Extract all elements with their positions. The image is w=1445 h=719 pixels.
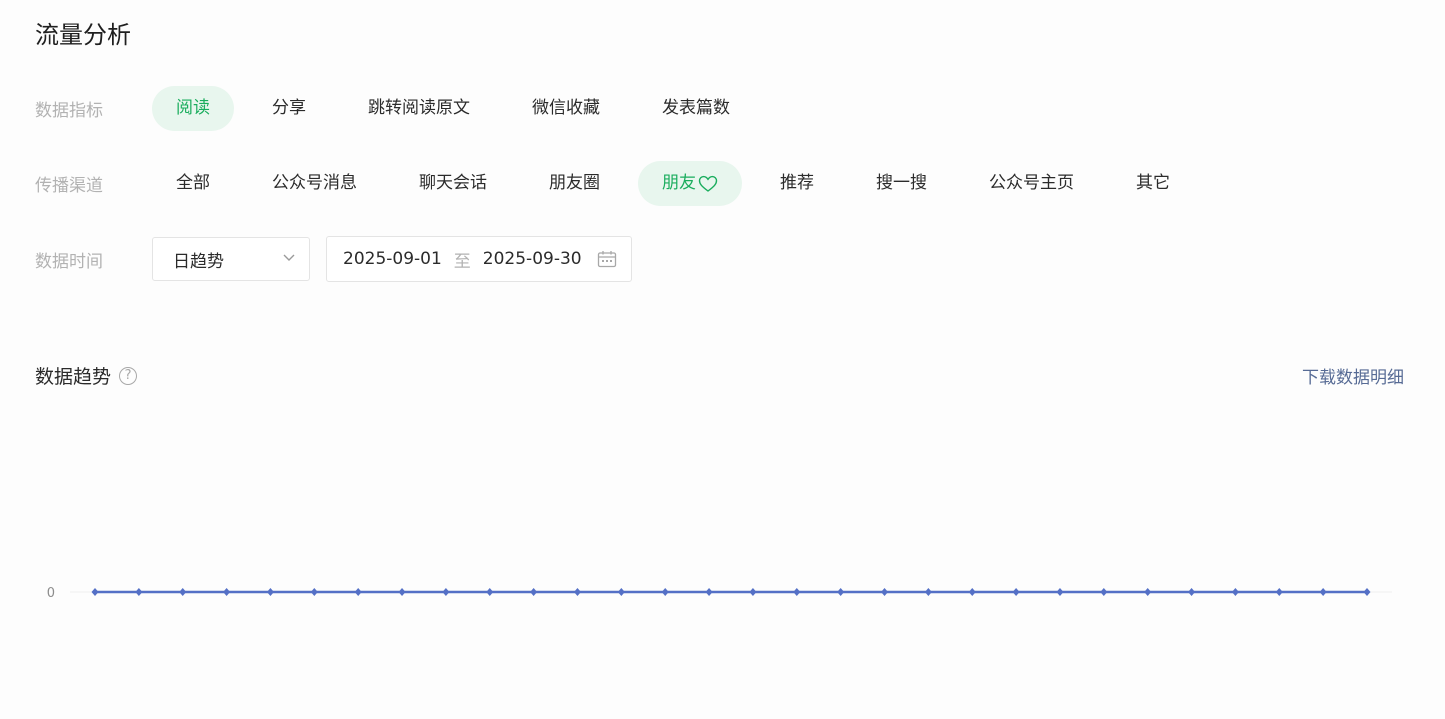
data-point[interactable] bbox=[968, 588, 976, 596]
data-point[interactable] bbox=[398, 588, 406, 596]
data-point[interactable] bbox=[486, 588, 494, 596]
y-tick-label: 0 bbox=[47, 586, 55, 601]
data-point[interactable] bbox=[881, 588, 889, 596]
channel-tab-3[interactable]: 朋友圈 bbox=[525, 161, 624, 206]
channel-tab-label: 其它 bbox=[1136, 173, 1170, 193]
data-point[interactable] bbox=[1275, 588, 1283, 596]
channel-tab-4[interactable]: 朋友 bbox=[638, 161, 742, 206]
channel-tab-5[interactable]: 推荐 bbox=[756, 161, 838, 206]
download-details-link[interactable]: 下载数据明细 bbox=[1302, 363, 1404, 388]
data-point[interactable] bbox=[1319, 588, 1327, 596]
data-point[interactable] bbox=[924, 588, 932, 596]
data-point[interactable] bbox=[661, 588, 669, 596]
channels-row: 传播渠道 全部 公众号消息 聊天会话 朋友圈 朋友 推荐 搜一搜 公众号主页 其它 bbox=[35, 161, 1194, 206]
metric-tab-label: 微信收藏 bbox=[532, 98, 600, 118]
data-point[interactable] bbox=[179, 588, 187, 596]
data-point[interactable] bbox=[135, 588, 143, 596]
data-point[interactable] bbox=[354, 588, 362, 596]
metric-tab-3[interactable]: 微信收藏 bbox=[508, 86, 624, 131]
trend-title: 数据趋势 bbox=[35, 366, 112, 388]
channel-tab-label: 全部 bbox=[176, 173, 210, 193]
channel-tab-label: 朋友 bbox=[662, 173, 696, 193]
trend-section-title: 数据趋势 ? bbox=[35, 362, 138, 389]
end-date[interactable]: 2025-09-30 bbox=[483, 249, 582, 269]
channel-tab-7[interactable]: 公众号主页 bbox=[965, 161, 1098, 206]
trend-line-chart: 0 bbox=[47, 586, 1392, 601]
help-icon[interactable]: ? bbox=[119, 366, 138, 385]
data-point[interactable] bbox=[223, 588, 231, 596]
data-point[interactable] bbox=[1188, 588, 1196, 596]
data-point[interactable] bbox=[530, 588, 538, 596]
data-point[interactable] bbox=[705, 588, 713, 596]
channel-tab-label: 朋友圈 bbox=[549, 173, 600, 193]
time-row: 数据时间 日趋势 2025-09-01 至 2025-09-30 bbox=[35, 236, 632, 282]
metric-tab-1[interactable]: 分享 bbox=[248, 86, 330, 131]
channel-tab-label: 推荐 bbox=[780, 173, 814, 193]
data-point[interactable] bbox=[1012, 588, 1020, 596]
channel-tab-1[interactable]: 公众号消息 bbox=[248, 161, 381, 206]
data-point[interactable] bbox=[91, 588, 99, 596]
data-point[interactable] bbox=[1231, 588, 1239, 596]
date-separator: 至 bbox=[453, 251, 471, 272]
channel-tab-label: 搜一搜 bbox=[876, 173, 927, 193]
chevron-down-icon bbox=[281, 249, 297, 270]
metric-tab-label: 分享 bbox=[272, 98, 306, 118]
metrics-row: 数据指标 阅读 分享 跳转阅读原文 微信收藏 发表篇数 bbox=[35, 86, 754, 131]
channel-tab-8[interactable]: 其它 bbox=[1112, 161, 1194, 206]
trend-mode-select[interactable]: 日趋势 bbox=[152, 237, 310, 281]
channel-tab-2[interactable]: 聊天会话 bbox=[395, 161, 511, 206]
data-point[interactable] bbox=[573, 588, 581, 596]
data-point[interactable] bbox=[617, 588, 625, 596]
data-point[interactable] bbox=[1100, 588, 1108, 596]
channels-label: 传播渠道 bbox=[35, 176, 103, 196]
start-date[interactable]: 2025-09-01 bbox=[343, 249, 442, 269]
channel-tab-label: 公众号消息 bbox=[272, 173, 357, 193]
time-label: 数据时间 bbox=[35, 251, 103, 272]
metric-tab-4[interactable]: 发表篇数 bbox=[638, 86, 754, 131]
data-point[interactable] bbox=[1363, 588, 1371, 596]
data-point[interactable] bbox=[793, 588, 801, 596]
metric-tab-0[interactable]: 阅读 bbox=[152, 86, 234, 131]
metrics-label: 数据指标 bbox=[35, 101, 103, 121]
date-range-picker[interactable]: 2025-09-01 至 2025-09-30 bbox=[326, 236, 632, 282]
data-point[interactable] bbox=[749, 588, 757, 596]
channel-tab-label: 聊天会话 bbox=[419, 173, 487, 193]
data-point[interactable] bbox=[310, 588, 318, 596]
data-point[interactable] bbox=[837, 588, 845, 596]
channel-tab-label: 公众号主页 bbox=[989, 173, 1074, 193]
metric-tab-2[interactable]: 跳转阅读原文 bbox=[344, 86, 494, 131]
metric-tab-label: 跳转阅读原文 bbox=[368, 98, 470, 118]
channel-tab-0[interactable]: 全部 bbox=[152, 161, 234, 206]
data-point[interactable] bbox=[266, 588, 274, 596]
page-title: 流量分析 bbox=[35, 21, 131, 49]
data-point[interactable] bbox=[1056, 588, 1064, 596]
metric-tab-label: 发表篇数 bbox=[662, 98, 730, 118]
data-point[interactable] bbox=[442, 588, 450, 596]
trend-mode-value: 日趋势 bbox=[173, 251, 224, 272]
calendar-icon[interactable] bbox=[597, 250, 617, 268]
metric-tab-label: 阅读 bbox=[176, 98, 210, 118]
channel-tab-6[interactable]: 搜一搜 bbox=[852, 161, 951, 206]
data-point[interactable] bbox=[1144, 588, 1152, 596]
heart-icon bbox=[698, 175, 718, 193]
